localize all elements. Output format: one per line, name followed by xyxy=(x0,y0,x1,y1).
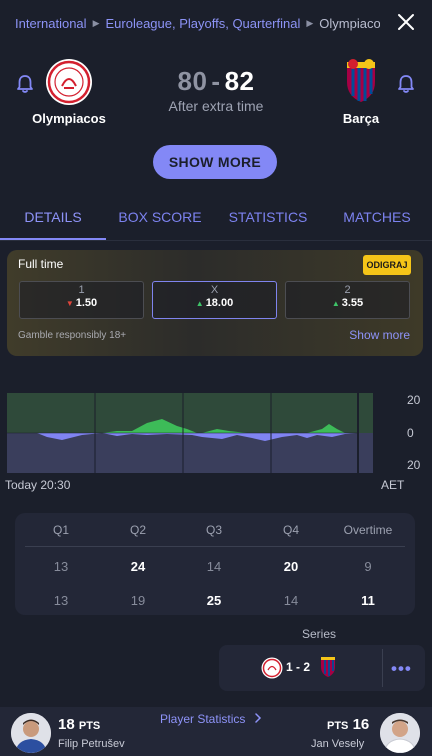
breadcrumb: International ▶ Euroleague, Playoffs, Qu… xyxy=(15,16,380,31)
match-status: After extra time xyxy=(168,98,264,114)
player-statistics-label: Player Statistics xyxy=(160,712,246,726)
away-score: 82 xyxy=(224,66,255,96)
away-q4: 14 xyxy=(283,593,299,608)
momentum-axis-bottom: 20 xyxy=(407,458,421,472)
odigraj-badge[interactable]: ODIGRAJ xyxy=(363,255,411,275)
odds-label: 1 xyxy=(78,284,85,296)
odds-value: 3.55 xyxy=(341,297,364,309)
player-statistics-link[interactable]: Player Statistics xyxy=(160,712,262,726)
breadcrumb-competition[interactable]: Euroleague, Playoffs, Quarterfinal xyxy=(105,16,300,31)
series-card[interactable]: 1 - 2 ••• xyxy=(219,645,425,691)
quarter-header: Q1 xyxy=(52,523,69,537)
momentum-axis-zero: 0 xyxy=(407,426,414,440)
overtime-segment-lower xyxy=(359,433,373,473)
more-options-icon[interactable]: ••• xyxy=(391,659,412,679)
show-more-button[interactable]: SHOW MORE xyxy=(153,145,277,179)
quarter-scores-table: Q1 Q2 Q3 Q4 Overtime 13 24 14 20 9 13 19… xyxy=(15,513,415,615)
tab-divider xyxy=(0,240,432,241)
odds-value: 1.50 xyxy=(75,297,98,309)
bell-icon[interactable] xyxy=(397,74,415,94)
barca-logo xyxy=(321,657,335,677)
tab-details[interactable]: DETAILS xyxy=(0,193,106,241)
quarter-divider xyxy=(25,546,405,547)
tab-matches[interactable]: MATCHES xyxy=(322,193,432,241)
home-q4: 20 xyxy=(283,559,299,574)
player-photo-icon xyxy=(11,713,51,753)
barca-logo xyxy=(347,59,375,102)
quarter-header: Q2 xyxy=(129,523,146,537)
home-player-pts-label: PTS xyxy=(78,720,101,732)
home-ot: 9 xyxy=(364,559,372,574)
home-player-name: Filip Petrušev xyxy=(58,738,125,750)
close-icon[interactable] xyxy=(396,12,416,32)
trend-up-icon: ▲ xyxy=(195,299,204,308)
quarter-header: Overtime xyxy=(343,523,393,537)
breadcrumb-separator-icon: ▶ xyxy=(306,17,314,28)
breadcrumb-international[interactable]: International xyxy=(15,16,87,31)
away-ot: 11 xyxy=(361,593,375,608)
quarter-header: Q4 xyxy=(282,523,299,537)
quarter-header: Q3 xyxy=(205,523,222,537)
chevron-right-icon xyxy=(254,713,261,723)
odds-value: 18.00 xyxy=(205,297,234,309)
home-q1: 13 xyxy=(53,559,69,574)
gamble-disclaimer: Gamble responsibly 18+ xyxy=(18,330,127,341)
score-block: 80-82 After extra time xyxy=(116,66,316,114)
away-q2: 19 xyxy=(130,593,146,608)
away-player-points: PTS 16 xyxy=(327,716,369,733)
home-player-pts-value: 18 xyxy=(58,716,75,733)
tab-statistics[interactable]: STATISTICS xyxy=(214,193,322,241)
breadcrumb-separator-icon: ▶ xyxy=(92,17,100,28)
odds-label: 2 xyxy=(344,284,351,296)
odds-card: Full time ODIGRAJ 1 ▼ 1.50 X ▲ 18.00 2 ▲ 3.… xyxy=(7,250,423,356)
trend-up-icon: ▲ xyxy=(331,299,340,308)
home-team[interactable]: Olympiacos xyxy=(9,58,129,126)
player-stats-strip: 18 PTS Filip Petrušev Player Statistics … xyxy=(0,707,432,756)
home-q2: 24 xyxy=(130,559,146,574)
olympiacos-logo xyxy=(46,59,92,105)
home-player-avatar[interactable] xyxy=(11,713,51,753)
score-separator: - xyxy=(211,66,221,96)
match-header: Olympiacos 80-82 After extra time Barça xyxy=(0,46,432,141)
away-player-pts-label: PTS xyxy=(327,720,349,732)
tab-bar: DETAILS BOX SCORE STATISTICS MATCHES xyxy=(0,193,432,241)
home-q3: 14 xyxy=(206,559,222,574)
home-score: 80 xyxy=(177,66,208,96)
odds-show-more-link[interactable]: Show more xyxy=(349,328,410,342)
away-player-pts-value: 16 xyxy=(352,716,370,733)
momentum-graph xyxy=(7,393,357,473)
trend-down-icon: ▼ xyxy=(65,299,74,308)
away-team-name: Barça xyxy=(342,111,380,126)
momentum-start-time: Today 20:30 xyxy=(5,478,71,492)
away-player-avatar[interactable] xyxy=(380,713,420,753)
series-divider xyxy=(382,649,383,687)
momentum-axis-top: 20 xyxy=(407,393,421,407)
odds-label: X xyxy=(210,284,219,296)
player-photo-icon xyxy=(380,713,420,753)
away-player-name: Jan Vesely xyxy=(311,738,365,750)
odds-option-draw[interactable]: X ▲ 18.00 xyxy=(152,281,277,319)
momentum-end-label: AET xyxy=(381,478,405,492)
home-team-name: Olympiacos xyxy=(32,111,106,126)
tab-box-score[interactable]: BOX SCORE xyxy=(106,193,214,241)
breadcrumb-match: Olympiaco… xyxy=(319,15,380,31)
series-label: Series xyxy=(302,627,337,641)
away-q1: 13 xyxy=(53,593,69,608)
series-score: 1 - 2 xyxy=(286,660,311,674)
olympiacos-logo xyxy=(261,657,283,679)
home-player-points: 18 PTS xyxy=(58,716,100,733)
odds-option-home[interactable]: 1 ▼ 1.50 xyxy=(19,281,144,319)
away-q3: 25 xyxy=(206,593,222,608)
odds-option-away[interactable]: 2 ▲ 3.55 xyxy=(285,281,410,319)
top-bar: International ▶ Euroleague, Playoffs, Qu… xyxy=(0,0,432,46)
odds-title: Full time xyxy=(18,257,64,271)
